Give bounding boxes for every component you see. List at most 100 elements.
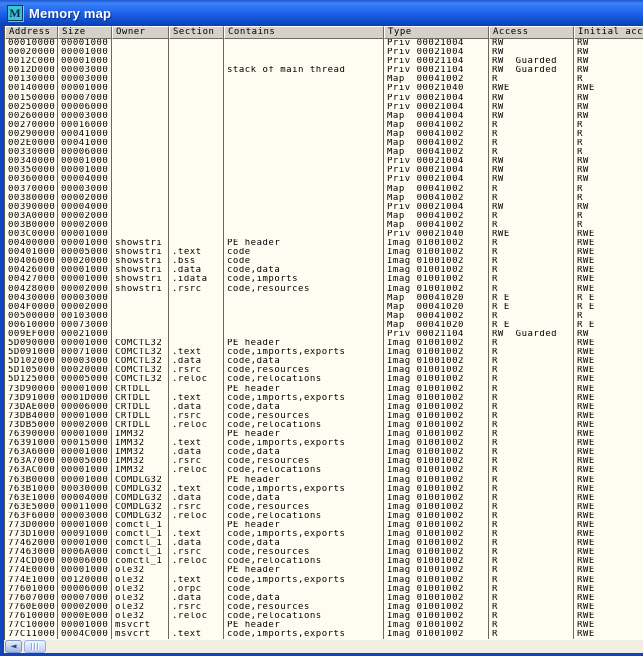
table-row[interactable]: 7760100000006000ole32.orpccodeImag 01001… <box>5 585 643 594</box>
table-row[interactable]: 0012D00000003000stack of main threadPriv… <box>5 66 643 75</box>
table-row[interactable]: 0029000000041000Map 00041002RR <box>5 130 643 139</box>
table-row[interactable]: 0038000000002000Map 00041002RR <box>5 194 643 203</box>
table-row[interactable]: 774E000000001000ole32PE headerImag 01001… <box>5 566 643 575</box>
table-row[interactable]: 73DB500000002000CRTDLL.reloccode,relocat… <box>5 421 643 430</box>
table-row[interactable]: 7760E00000002000ole32.rsrccode,resources… <box>5 603 643 612</box>
table-row[interactable]: 773D000000001000comctl_1PE headerImag 01… <box>5 521 643 530</box>
table-row[interactable]: 0001000000001000Priv 00021004RWRW <box>5 39 643 48</box>
cell-owner: CRTDLL <box>112 412 169 421</box>
table-row[interactable]: 5D10200000003000COMCTL32.datacode,dataIm… <box>5 357 643 366</box>
table-row[interactable]: 0039000000004000Priv 00021004RWRW <box>5 203 643 212</box>
scrollbar-track[interactable] <box>46 640 643 653</box>
table-row[interactable]: 77C1000000001000msvcrtPE headerImag 0100… <box>5 621 643 630</box>
cell-address: 763F6000 <box>5 512 58 521</box>
table-row[interactable]: 774630000006A000comctl_1.rsrccode,resour… <box>5 548 643 557</box>
cell-access: R <box>489 75 574 84</box>
table-row[interactable]: 0012C00000001000Priv 00021104RW GuardedR… <box>5 57 643 66</box>
column-header-section[interactable]: Section <box>169 26 224 39</box>
table-row[interactable]: 73D9000000001000CRTDLLPE headerImag 0100… <box>5 385 643 394</box>
table-row[interactable]: 003B000000002000Map 00041002RR <box>5 221 643 230</box>
table-row[interactable]: 0034000000001000Priv 00021004RWRW <box>5 157 643 166</box>
memory-map-window-icon[interactable]: M <box>7 5 23 21</box>
table-row[interactable]: 7746200000001000comctl_1.datacode,dataIm… <box>5 539 643 548</box>
table-row[interactable]: 73DAE00000006000CRTDLL.datacode,dataImag… <box>5 403 643 412</box>
table-row[interactable]: 009EF00000021000Priv 00021104RW GuardedR… <box>5 330 643 339</box>
column-header-owner[interactable]: Owner <box>112 26 169 39</box>
table-row[interactable]: 0050000000103000Map 00041002RR <box>5 312 643 321</box>
table-row[interactable]: 0015000000007000Priv 00021004RWRW <box>5 94 643 103</box>
table-row[interactable]: 763F600000003000COMDLG32.reloccode,reloc… <box>5 512 643 521</box>
table-row[interactable]: 776100000000E000ole32.reloccode,relocati… <box>5 612 643 621</box>
column-header-contains[interactable]: Contains <box>224 26 384 39</box>
cell-owner <box>112 57 169 66</box>
table-row[interactable]: 0014000000001000Priv 00021040RWERWE <box>5 84 643 93</box>
table-row[interactable]: 003C000000001000Priv 00021040RWERWE <box>5 230 643 239</box>
table-row[interactable]: 004F000000002000Map 00041020R ER E <box>5 303 643 312</box>
table-row[interactable]: 5D12500000005000COMCTL32.reloccode,reloc… <box>5 375 643 384</box>
table-row[interactable]: 0037000000003000Map 00041002RR <box>5 185 643 194</box>
column-header-size[interactable]: Size <box>58 26 112 39</box>
column-header-access[interactable]: Access <box>489 26 574 39</box>
table-row[interactable]: 0042700000001000showstri.idatacode,impor… <box>5 275 643 284</box>
cell-type: Imag 01001002 <box>384 285 489 294</box>
cell-size: 00006000 <box>58 148 112 157</box>
table-row[interactable]: 0033000000006000Map 00041002RR <box>5 148 643 157</box>
table-row[interactable]: 0035000000001000Priv 00021004RWRW <box>5 166 643 175</box>
cell-access: R <box>489 466 574 475</box>
table-row[interactable]: 763E100000004000COMDLG32.datacode,dataIm… <box>5 494 643 503</box>
table-row[interactable]: 73DB400000001000CRTDLL.rsrccode,resource… <box>5 412 643 421</box>
table-row[interactable]: 5D10500000020000COMCTL32.rsrccode,resour… <box>5 366 643 375</box>
table-row[interactable]: 0042600000001000showstri.datacode,dataIm… <box>5 266 643 275</box>
table-row[interactable]: 763B100000030000COMDLG32.textcode,import… <box>5 485 643 494</box>
table-row[interactable]: 0002000000001000Priv 00021004RWRW <box>5 48 643 57</box>
cell-size: 00003000 <box>58 112 112 121</box>
table-row[interactable]: 0026000000003000Map 00041004RWRW <box>5 112 643 121</box>
table-row[interactable]: 763A700000005000IMM32.rsrccode,resources… <box>5 457 643 466</box>
column-header-initial-access[interactable]: Initial acc <box>574 26 643 39</box>
column-header-address[interactable]: Address <box>5 26 58 39</box>
table-row[interactable]: 763B000000001000COMDLG32PE headerImag 01… <box>5 476 643 485</box>
table-row[interactable]: 0043000000003000Map 00041020R ER E <box>5 294 643 303</box>
cell-type: Imag 01001002 <box>384 403 489 412</box>
horizontal-scrollbar[interactable]: ◄ <box>4 640 643 653</box>
table-row[interactable]: 003A000000002000Map 00041002RR <box>5 212 643 221</box>
cell-type: Map 00041020 <box>384 321 489 330</box>
table-row[interactable]: 0040000000001000showstriPE headerImag 01… <box>5 239 643 248</box>
table-row[interactable]: 5D09000000001000COMCTL32PE headerImag 01… <box>5 339 643 348</box>
table-row[interactable]: 7760700000007000ole32.datacode,dataImag … <box>5 594 643 603</box>
cell-initial-access: RWE <box>574 348 643 357</box>
scroll-left-button[interactable]: ◄ <box>5 640 22 653</box>
table-row[interactable]: 774E100000120000ole32.textcode,imports,e… <box>5 576 643 585</box>
cell-access: R <box>489 430 574 439</box>
cell-size: 00001000 <box>58 476 112 485</box>
table-row[interactable]: 77C110000004C000msvcrt.textcode,imports,… <box>5 630 643 639</box>
cell-access: R <box>489 130 574 139</box>
column-header-type[interactable]: Type <box>384 26 489 39</box>
table-row[interactable]: 0040100000005000showstri.textcodeImag 01… <box>5 248 643 257</box>
cell-owner <box>112 221 169 230</box>
cell-section <box>169 57 224 66</box>
table-row[interactable]: 763E500000011000COMDLG32.rsrccode,resour… <box>5 503 643 512</box>
table-row[interactable]: 763AC00000001000IMM32.reloccode,relocati… <box>5 466 643 475</box>
table-row[interactable]: 7639000000001000IMM32PE headerImag 01001… <box>5 430 643 439</box>
cell-initial-access: RWE <box>574 375 643 384</box>
scrollbar-thumb[interactable] <box>24 640 46 653</box>
table-row[interactable]: 0027000000016000Map 00041002RR <box>5 121 643 130</box>
table-row[interactable]: 0013000000003000Map 00041002RR <box>5 75 643 84</box>
table-row[interactable]: 0061000000073000Map 00041020R ER E <box>5 321 643 330</box>
table-row[interactable]: 0042800000002000showstri.rsrccode,resour… <box>5 285 643 294</box>
table-row[interactable]: 763A600000001000IMM32.datacode,dataImag … <box>5 448 643 457</box>
cell-owner: comctl_1 <box>112 530 169 539</box>
table-row[interactable]: 7639100000015000IMM32.textcode,imports,e… <box>5 439 643 448</box>
table-row[interactable]: 0036000000004000Priv 00021004RWRW <box>5 175 643 184</box>
table-row[interactable]: 773D100000091000comctl_1.textcode,import… <box>5 530 643 539</box>
table-row[interactable]: 0040600000020000showstri.bsscodeImag 010… <box>5 257 643 266</box>
cell-initial-access: RWE <box>574 594 643 603</box>
table-row[interactable]: 774CD00000006000comctl_1.reloccode,reloc… <box>5 557 643 566</box>
titlebar[interactable]: M Memory map <box>0 0 643 26</box>
table-row[interactable]: 5D09100000071000COMCTL32.textcode,import… <box>5 348 643 357</box>
cell-type: Priv 00021104 <box>384 57 489 66</box>
table-row[interactable]: 73D910000001D000CRTDLL.textcode,imports,… <box>5 394 643 403</box>
table-row[interactable]: 002E000000041000Map 00041002RR <box>5 139 643 148</box>
table-row[interactable]: 0025000000006000Priv 00021004RWRW <box>5 103 643 112</box>
